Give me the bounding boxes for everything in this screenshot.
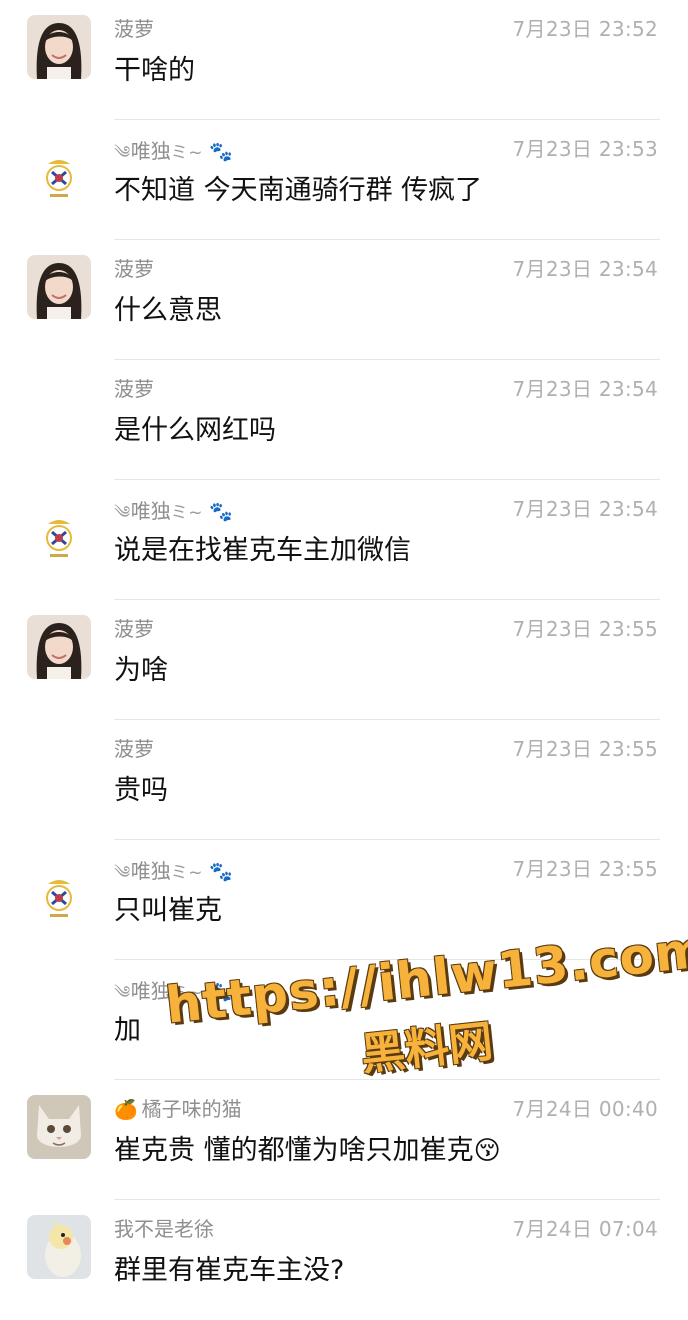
timestamp: 7月23日 23:52 bbox=[512, 17, 658, 41]
timestamp: 7月23日 23:55 bbox=[512, 617, 658, 641]
sender-name-text: 唯独 bbox=[130, 499, 171, 523]
message-text[interactable]: 加 bbox=[114, 1008, 141, 1047]
name-decoration: ༄ bbox=[114, 863, 131, 883]
name-decoration: ミ~ bbox=[170, 863, 203, 883]
sender-name[interactable]: 菠萝 bbox=[114, 13, 154, 42]
sender-name-text: 唯独 bbox=[130, 979, 171, 1003]
chat-message[interactable]: 菠萝 7月23日 23:55 贵吗 bbox=[0, 720, 688, 840]
sender-name[interactable]: 我不是老徐 bbox=[114, 1213, 214, 1242]
timestamp: 7月23日 23:53 bbox=[512, 137, 658, 161]
timestamp: 7月23日 23:54 bbox=[512, 257, 658, 281]
timestamp: 7月23日 23:54 bbox=[512, 497, 658, 521]
name-decoration: ミ~ bbox=[170, 143, 203, 163]
timestamp: 7月23日 23:55 bbox=[512, 737, 658, 761]
chat-message[interactable]: ༄唯独ミ~ 🐾 7月23日 23:53 不知道 今天南通骑行群 传疯了 bbox=[0, 120, 688, 240]
name-decoration: ༄ bbox=[114, 503, 131, 523]
avatar[interactable] bbox=[27, 255, 91, 319]
timestamp: 7月23日 23:54 bbox=[512, 377, 658, 401]
name-decoration: ミ~ bbox=[170, 983, 203, 1003]
message-text[interactable]: 干啥的 bbox=[114, 48, 195, 87]
chat-message[interactable]: ༄唯独ミ~ 🐾 7月23日 23:54 说是在找崔克车主加微信 bbox=[0, 480, 688, 600]
chat-message[interactable]: 🍊 橘子味的猫 7月24日 00:40 崔克贵 懂的都懂为啥只加崔克😚 bbox=[0, 1080, 688, 1200]
name-decoration: ༄ bbox=[114, 983, 131, 1003]
message-text-content: 崔克贵 懂的都懂为啥只加崔克 bbox=[114, 1135, 474, 1166]
sender-name-text: 唯独 bbox=[130, 139, 171, 163]
sender-name[interactable]: 菠萝 bbox=[114, 373, 154, 402]
paw-icon: 🐾 bbox=[209, 141, 233, 163]
timestamp: 7月24日 00:40 bbox=[512, 1097, 658, 1121]
timestamp: 7月24日 07:04 bbox=[512, 1217, 658, 1241]
avatar[interactable] bbox=[27, 1095, 91, 1159]
message-text[interactable]: 是什么网红吗 bbox=[114, 408, 276, 447]
sender-name[interactable]: 菠萝 bbox=[114, 733, 154, 762]
message-text[interactable]: 不知道 今天南通骑行群 传疯了 bbox=[114, 168, 482, 207]
paw-icon: 🐾 bbox=[209, 861, 233, 883]
kissing-face-icon: 😚 bbox=[473, 1136, 501, 1166]
sender-name-text: 橘子味的猫 bbox=[141, 1097, 242, 1121]
sender-name[interactable]: 🍊 橘子味的猫 bbox=[114, 1093, 242, 1122]
message-text[interactable]: 贵吗 bbox=[114, 768, 168, 807]
timestamp: 7月23日 23:55 bbox=[512, 857, 658, 881]
avatar[interactable] bbox=[40, 876, 78, 920]
avatar[interactable] bbox=[40, 156, 78, 200]
paw-icon: 🐾 bbox=[209, 501, 233, 523]
message-text[interactable]: 为啥 bbox=[114, 648, 168, 687]
sender-name[interactable]: 菠萝 bbox=[114, 613, 154, 642]
message-text[interactable]: 什么意思 bbox=[114, 288, 222, 327]
avatar[interactable] bbox=[40, 516, 78, 560]
avatar[interactable] bbox=[27, 1215, 91, 1279]
avatar[interactable] bbox=[27, 615, 91, 679]
chat-message[interactable]: 菠萝 7月23日 23:54 是什么网红吗 bbox=[0, 360, 688, 480]
sender-name[interactable]: 菠萝 bbox=[114, 253, 154, 282]
paw-icon: 🐾 bbox=[209, 981, 233, 1003]
message-text[interactable]: 群里有崔克车主没? bbox=[114, 1248, 344, 1287]
chat-message[interactable]: 菠萝 7月23日 23:52 干啥的 bbox=[0, 0, 688, 120]
sender-name-text: 唯独 bbox=[130, 859, 171, 883]
chat-message[interactable]: 我不是老徐 7月24日 07:04 群里有崔克车主没? bbox=[0, 1200, 688, 1320]
message-text[interactable]: 只叫崔克 bbox=[114, 888, 222, 927]
name-decoration: ༄ bbox=[114, 143, 131, 163]
message-text[interactable]: 崔克贵 懂的都懂为啥只加崔克😚 bbox=[114, 1128, 501, 1167]
message-text[interactable]: 说是在找崔克车主加微信 bbox=[114, 528, 411, 567]
chat-message[interactable]: 菠萝 7月23日 23:54 什么意思 bbox=[0, 240, 688, 360]
orange-icon: 🍊 bbox=[114, 1099, 138, 1121]
chat-message[interactable]: 菠萝 7月23日 23:55 为啥 bbox=[0, 600, 688, 720]
chat-message[interactable]: ༄唯独ミ~ 🐾 7月23日 23:55 只叫崔克 bbox=[0, 840, 688, 960]
name-decoration: ミ~ bbox=[170, 503, 203, 523]
chat-message[interactable]: ༄唯独ミ~ 🐾 加 bbox=[0, 960, 688, 1080]
avatar[interactable] bbox=[27, 15, 91, 79]
